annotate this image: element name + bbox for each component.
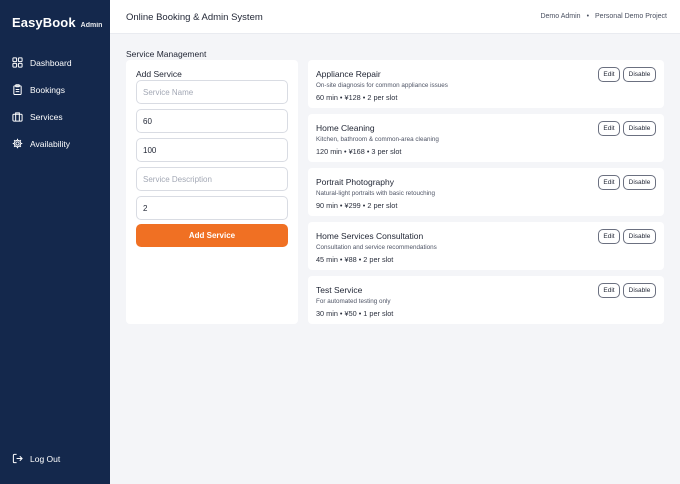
logout-label: Log Out — [30, 453, 61, 464]
service-meta: 30 min • ¥50 • 1 per slot — [316, 309, 394, 318]
edit-button[interactable]: Edit — [598, 283, 620, 298]
sidebar: EasyBook Admin Dashboard Bookings Servic… — [0, 0, 110, 484]
price-input[interactable] — [136, 138, 288, 162]
disable-button[interactable]: Disable — [623, 283, 656, 298]
service-description: On-site diagnosis for common appliance i… — [316, 82, 448, 89]
sidebar-item-services[interactable]: Services — [0, 103, 110, 130]
edit-button[interactable]: Edit — [598, 229, 620, 244]
add-service-button[interactable]: Add Service — [136, 224, 288, 247]
service-name: Home Services Consultation — [316, 231, 424, 241]
disable-button[interactable]: Disable — [623, 121, 656, 136]
separator-dot: • — [586, 13, 590, 20]
service-name: Test Service — [316, 285, 363, 295]
service-description: Consultation and service recommendations — [316, 244, 437, 251]
sidebar-nav: Dashboard Bookings Services Availability — [0, 49, 110, 157]
service-description: Kitchen, bathroom & common-area cleaning — [316, 136, 439, 143]
capacity-input[interactable] — [136, 196, 288, 220]
service-name-input[interactable] — [136, 80, 288, 104]
brand-logo: EasyBook Admin — [12, 15, 102, 30]
service-description-input[interactable] — [136, 167, 288, 191]
briefcase-icon — [12, 112, 23, 122]
user-name: Demo Admin — [540, 13, 581, 20]
service-description: Natural-light portraits with basic retou… — [316, 190, 435, 197]
sidebar-item-label: Availability — [30, 138, 71, 149]
brand-tag: Admin — [80, 22, 103, 29]
service-card: Home Services Consultation Consultation … — [308, 222, 664, 270]
sidebar-item-availability[interactable]: Availability — [0, 130, 110, 157]
service-meta: 60 min • ¥128 • 2 per slot — [316, 93, 398, 102]
grid-icon — [12, 57, 23, 68]
user-info: Demo Admin • Personal Demo Project — [540, 13, 667, 20]
sidebar-item-label: Services — [30, 111, 63, 122]
service-card: Test Service For automated testing only … — [308, 276, 664, 324]
section-title: Service Management — [126, 49, 207, 59]
service-card: Home Cleaning Kitchen, bathroom & common… — [308, 114, 664, 162]
logout-button[interactable]: Log Out — [12, 453, 60, 464]
service-name: Portrait Photography — [316, 177, 394, 187]
disable-button[interactable]: Disable — [623, 67, 656, 82]
service-name: Home Cleaning — [316, 123, 375, 133]
service-name: Appliance Repair — [316, 69, 381, 79]
disable-button[interactable]: Disable — [623, 175, 656, 190]
edit-button[interactable]: Edit — [598, 175, 620, 190]
top-bar: Online Booking & Admin System Demo Admin… — [110, 0, 680, 34]
gear-icon — [12, 138, 23, 149]
duration-input[interactable] — [136, 109, 288, 133]
sidebar-item-label: Dashboard — [30, 57, 72, 68]
disable-button[interactable]: Disable — [623, 229, 656, 244]
page-title: Online Booking & Admin System — [126, 12, 263, 23]
sidebar-item-label: Bookings — [30, 84, 65, 95]
service-meta: 90 min • ¥299 • 2 per slot — [316, 201, 398, 210]
add-service-form: Add Service Add Service — [126, 60, 298, 324]
form-title: Add Service — [136, 69, 182, 79]
clipboard-icon — [13, 84, 22, 95]
edit-button[interactable]: Edit — [598, 121, 620, 136]
service-description: For automated testing only — [316, 298, 391, 305]
project-name: Personal Demo Project — [595, 13, 667, 20]
service-card: Portrait Photography Natural-light portr… — [308, 168, 664, 216]
service-meta: 120 min • ¥168 • 3 per slot — [316, 147, 402, 156]
logout-icon — [12, 453, 23, 464]
brand-name: EasyBook — [12, 15, 76, 30]
sidebar-item-dashboard[interactable]: Dashboard — [0, 49, 110, 76]
sidebar-item-bookings[interactable]: Bookings — [0, 76, 110, 103]
service-meta: 45 min • ¥88 • 2 per slot — [316, 255, 394, 264]
service-card: Appliance Repair On-site diagnosis for c… — [308, 60, 664, 108]
edit-button[interactable]: Edit — [598, 67, 620, 82]
